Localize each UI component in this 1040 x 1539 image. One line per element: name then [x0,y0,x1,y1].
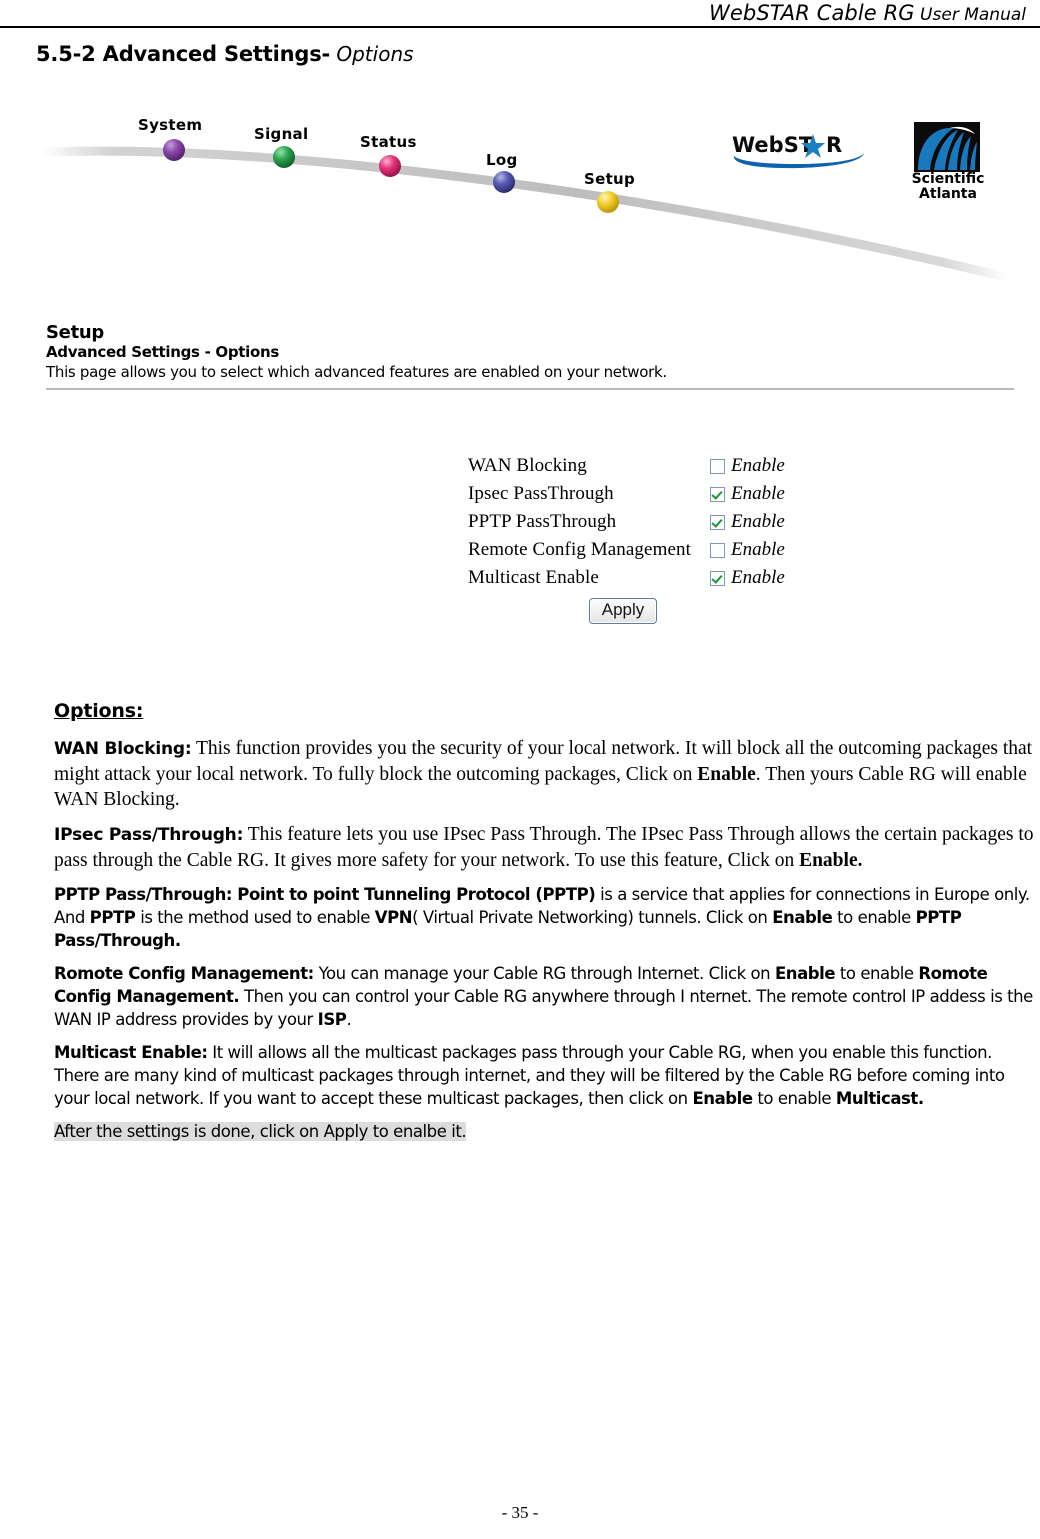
document-running-header: WebSTAR Cable RG User Manual [0,0,1040,28]
label-ipsec-passthrough: Ipsec PassThrough [468,483,614,504]
svg-text:R: R [826,133,842,157]
nav-label-log[interactable]: Log [486,151,518,169]
remote-bold-enable: Enable [774,964,836,983]
form-row-wan-blocking: WAN Blocking Enable [468,452,808,480]
enable-text-multicast-enable: Enable [731,567,785,588]
router-page-subtitle: Advanced Settings - Options [46,343,280,361]
enable-text-pptp-passthrough: Enable [731,511,785,532]
tail-note: After the settings is done, click on App… [54,1122,467,1141]
scientific-atlanta-logo: Scientific Atlanta [896,122,1000,206]
page-number: - 35 - [501,1503,539,1522]
paragraph-ipsec-passthrough: IPsec Pass/Through: This feature lets yo… [54,822,1034,873]
pptp-bold-enable: Enable [772,908,833,927]
scientific-atlanta-mark [914,122,980,172]
term-ipsec-passthrough: IPsec Pass/Through: [54,825,244,845]
form-row-multicast-enable: Multicast Enable Enable [468,564,808,592]
form-row-remote-config-management: Remote Config Management Enable [468,536,808,564]
remote-text-2: to enable [835,964,919,983]
wan-bold-enable: Enable [697,764,756,785]
options-heading: Options: [54,700,144,722]
scientific-atlanta-fan-icon [918,126,977,170]
nav-node-setup-dot [597,191,619,213]
router-ui-screenshot: System Signal Status Log Setup WebST R S… [38,100,1014,660]
remote-text-4: . [346,1010,352,1029]
remote-bold-isp: ISP [317,1010,347,1029]
enable-text-ipsec-passthrough: Enable [731,483,785,504]
advanced-options-form: WAN Blocking Enable Ipsec PassThrough En… [468,452,808,624]
remote-text-1: You can manage your Cable RG through Int… [313,964,775,983]
brand-line-atlanta: Atlanta [919,186,977,202]
label-pptp-passthrough: PPTP PassThrough [468,511,617,532]
pptp-bold-protocol: Point to point Tunneling Protocol (PPTP) [232,885,596,904]
checkbox-ipsec-passthrough[interactable] [710,486,725,502]
nav-label-system[interactable]: System [138,116,202,134]
term-remote-config-management: Romote Config Management: [54,964,314,983]
term-pptp-passthrough: PPTP Pass/Through: [54,885,233,904]
router-page-info: Setup Advanced Settings - Options This p… [46,322,1014,390]
term-wan-blocking: WAN Blocking: [54,739,192,759]
section-title: 5.5-2 Advanced Settings- Options [36,42,414,66]
document-header-title: WebSTAR Cable RG User Manual [709,1,1026,25]
router-page-description: This page allows you to select which adv… [46,363,667,381]
multicast-bold-enable: Enable [692,1089,753,1108]
section-subtitle: Options [330,42,414,66]
paragraph-pptp-passthrough: PPTP Pass/Through: Point to point Tunnel… [54,883,1034,952]
paragraph-remote-config-management: Romote Config Management: You can manage… [54,962,1034,1031]
enable-text-wan-blocking: Enable [731,455,785,476]
page-footer: - 35 - [0,1503,1040,1523]
router-page-title: Setup [46,322,104,343]
header-title-sub: User Manual [914,5,1026,25]
scientific-atlanta-wordmark: Scientific Atlanta [896,172,1000,202]
checkbox-multicast-enable[interactable] [710,570,725,586]
router-nav-banner: System Signal Status Log Setup WebST R S… [38,100,1014,315]
checkbox-wan-blocking[interactable] [710,458,725,474]
pptp-bold-pptp: PPTP [89,908,136,927]
nav-label-setup[interactable]: Setup [584,170,635,188]
term-multicast-enable: Multicast Enable: [54,1043,208,1062]
multicast-bold-multicast: Multicast. [835,1089,924,1108]
form-row-ipsec-passthrough: Ipsec PassThrough Enable [468,480,808,508]
svg-text:WebST: WebST [732,133,814,157]
ipsec-bold-enable: Enable. [799,850,863,871]
nav-node-status-dot [379,155,401,177]
label-multicast-enable: Multicast Enable [468,567,599,588]
header-title-main: WebSTAR Cable RG [709,1,915,25]
apply-button-row: Apply [468,598,778,624]
nav-label-status[interactable]: Status [360,133,417,151]
pptp-text-3: ( Virtual Private Networking) tunnels. C… [412,908,773,927]
checkbox-pptp-passthrough[interactable] [710,514,725,530]
pptp-text-4: to enable [832,908,916,927]
label-remote-config-management: Remote Config Management [468,539,691,560]
webstar-logo: WebST R [732,133,864,169]
nav-label-signal[interactable]: Signal [254,125,308,143]
nav-node-system-dot [163,139,185,161]
pptp-bold-vpn: VPN [374,908,413,927]
enable-text-remote-config-management: Enable [731,539,785,560]
section-number-title: 5.5-2 Advanced Settings- [36,42,331,66]
label-wan-blocking: WAN Blocking [468,455,587,476]
router-page-divider [46,388,1014,390]
tail-note-wrapper: After the settings is done, click on App… [54,1120,1034,1143]
pptp-text-2: is the method used to enable [135,908,375,927]
options-description-section: Options: WAN Blocking: This function pro… [54,700,1034,1143]
nav-node-log-dot [493,171,515,193]
brand-line-scientific: Scientific [911,171,985,187]
paragraph-multicast-enable: Multicast Enable: It will allows all the… [54,1041,1034,1110]
checkbox-remote-config-management[interactable] [710,542,725,558]
multicast-text-2: to enable [752,1089,836,1108]
form-row-pptp-passthrough: PPTP PassThrough Enable [468,508,808,536]
apply-button[interactable]: Apply [588,598,658,624]
nav-node-signal-dot [273,146,295,168]
paragraph-wan-blocking: WAN Blocking: This function provides you… [54,736,1034,812]
